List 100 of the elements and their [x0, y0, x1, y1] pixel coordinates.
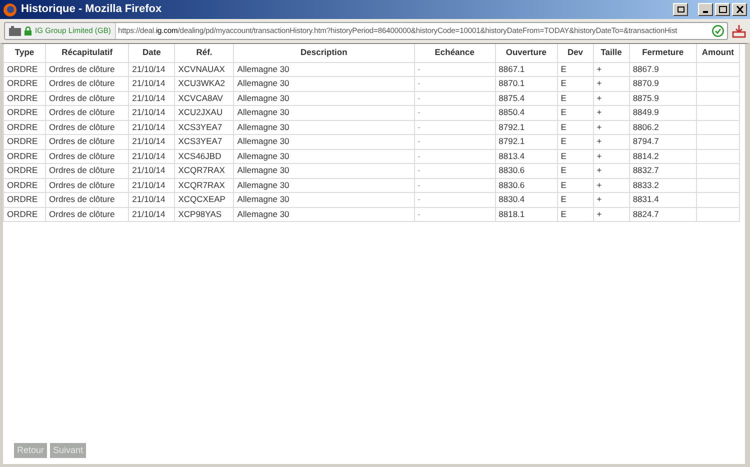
table-cell: 8833.2 [629, 178, 696, 192]
check-icon [712, 25, 724, 37]
table-cell: + [593, 134, 630, 149]
table-cell: ORDRE [4, 62, 46, 76]
table-cell: Ordres de clôture [46, 207, 129, 222]
table-cell: 21/10/14 [128, 120, 175, 134]
table-cell: XCVCA8AV [174, 91, 234, 106]
table-cell: Ordres de clôture [46, 149, 129, 164]
column-header: Récapitulatif [46, 44, 129, 62]
table-cell: ORDRE [4, 76, 46, 91]
table-cell: 8830.6 [495, 178, 558, 192]
table-cell: 21/10/14 [128, 207, 175, 222]
table-cell: Ordres de clôture [46, 91, 129, 106]
table-cell: - [414, 192, 496, 207]
table-cell: + [593, 149, 630, 164]
table-cell: Allemagne 30 [234, 120, 414, 134]
browser-logo-icon [3, 2, 17, 16]
table-cell: + [593, 178, 630, 192]
table-cell: XCS46JBD [174, 149, 234, 164]
table-cell: Ordres de clôture [46, 134, 129, 149]
table-cell: 8875.9 [629, 91, 696, 106]
column-header: Echéance [414, 44, 496, 62]
close-icon [736, 6, 744, 13]
maximize-icon [718, 6, 726, 13]
tray-icon[interactable] [732, 24, 746, 38]
table-cell: 8813.4 [495, 149, 558, 164]
table-cell: XCVNAUAX [174, 62, 234, 76]
table-cell: XCQR7RAX [174, 164, 234, 178]
popup-button[interactable] [673, 3, 688, 16]
table-cell: ORDRE [4, 207, 46, 222]
table-cell: 21/10/14 [128, 134, 175, 149]
table-cell: Ordres de clôture [46, 62, 129, 76]
table-cell: + [593, 192, 630, 207]
window-title: Historique - Mozilla Firefox [21, 2, 162, 18]
table-cell: 21/10/14 [128, 76, 175, 91]
maximize-button[interactable] [715, 3, 730, 16]
table-cell: - [414, 164, 496, 178]
column-header: Taille [593, 44, 630, 62]
table-cell: E [557, 62, 594, 76]
table-cell: 8850.4 [495, 106, 558, 120]
table-cell: 8870.9 [629, 76, 696, 91]
table-cell: Allemagne 30 [234, 91, 414, 106]
table-cell: 8794.7 [629, 134, 696, 149]
table-cell: Allemagne 30 [234, 178, 414, 192]
table-cell: - [414, 106, 496, 120]
table-cell: 8792.1 [495, 120, 558, 134]
table-cell: - [414, 207, 496, 222]
table-cell: 8806.2 [629, 120, 696, 134]
table-cell: E [557, 91, 594, 106]
table-cell: + [593, 106, 630, 120]
table-cell: + [593, 62, 630, 76]
table-cell: + [593, 76, 630, 91]
column-header: Date [128, 44, 175, 62]
table-cell: Ordres de clôture [46, 192, 129, 207]
table-cell: E [557, 76, 594, 91]
table-cell: 8832.7 [629, 164, 696, 178]
minimize-button[interactable] [698, 3, 713, 16]
table-cell: 8875.4 [495, 91, 558, 106]
table-cell: Allemagne 30 [234, 192, 414, 207]
table-cell: 8830.6 [495, 164, 558, 178]
table-cell: + [593, 91, 630, 106]
table-cell: - [414, 178, 496, 192]
column-header: Fermeture [629, 44, 696, 62]
table-cell: 8830.4 [495, 192, 558, 207]
table-cell: 21/10/14 [128, 91, 175, 106]
column-header: Ouverture [495, 44, 558, 62]
table-cell: E [557, 164, 594, 178]
table-cell: + [593, 207, 630, 222]
table-cell: XCQR7RAX [174, 178, 234, 192]
close-button[interactable] [732, 3, 747, 16]
table-cell: - [414, 149, 496, 164]
table-cell: E [557, 134, 594, 149]
table-cell: ORDRE [4, 149, 46, 164]
column-header: Type [4, 44, 46, 62]
lock-icon [24, 26, 32, 36]
table-cell: + [593, 164, 630, 178]
table-cell: 21/10/14 [128, 149, 175, 164]
table-cell: Allemagne 30 [234, 149, 414, 164]
table-cell: Ordres de clôture [46, 164, 129, 178]
table-cell: E [557, 149, 594, 164]
table-cell: Ordres de clôture [46, 120, 129, 134]
table-cell: Ordres de clôture [46, 178, 129, 192]
table-cell: - [414, 134, 496, 149]
column-header: Description [234, 44, 414, 62]
table-cell: 21/10/14 [128, 164, 175, 178]
table-cell: 8792.1 [495, 134, 558, 149]
table-cell: ORDRE [4, 106, 46, 120]
table-cell: XCS3YEA7 [174, 120, 234, 134]
table-cell: - [414, 62, 496, 76]
table-cell: 8849.9 [629, 106, 696, 120]
table-cell: XCS3YEA7 [174, 134, 234, 149]
table-cell: 21/10/14 [128, 62, 175, 76]
table-cell: E [557, 120, 594, 134]
table-cell: XCQCXEAP [174, 192, 234, 207]
table-cell: Ordres de clôture [46, 76, 129, 91]
table-cell: Allemagne 30 [234, 164, 414, 178]
table-cell: 8824.7 [629, 207, 696, 222]
table-cell: ORDRE [4, 134, 46, 149]
column-header: Dev [557, 44, 594, 62]
table-cell: Allemagne 30 [234, 62, 414, 76]
